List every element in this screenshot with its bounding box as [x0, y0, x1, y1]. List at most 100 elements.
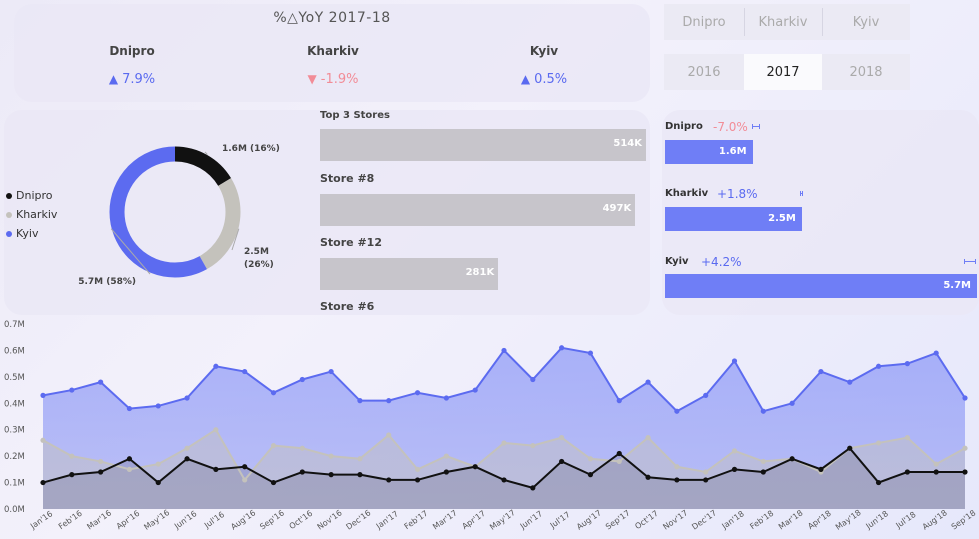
point-kyiv[interactable]	[184, 395, 190, 401]
point-kyiv[interactable]	[818, 368, 824, 375]
point-kharkiv[interactable]	[875, 440, 882, 446]
point-kharkiv[interactable]	[357, 456, 363, 462]
point-dnipro[interactable]	[242, 464, 248, 470]
point-kharkiv[interactable]	[69, 453, 75, 459]
point-dnipro[interactable]	[299, 469, 305, 475]
point-dnipro[interactable]	[155, 479, 161, 486]
city-option-kyiv[interactable]: Kyiv	[822, 4, 910, 40]
point-kharkiv[interactable]	[674, 464, 680, 470]
point-kyiv[interactable]	[126, 405, 133, 412]
point-kyiv[interactable]	[357, 398, 363, 404]
point-kharkiv[interactable]	[703, 469, 709, 475]
point-kyiv[interactable]	[674, 408, 680, 414]
point-kyiv[interactable]	[789, 400, 795, 406]
point-dnipro[interactable]	[789, 456, 795, 462]
city-bar-kyiv[interactable]: 5.7M	[665, 274, 977, 298]
point-kharkiv[interactable]	[184, 445, 190, 451]
point-kharkiv[interactable]	[530, 442, 536, 449]
point-kharkiv[interactable]	[904, 435, 910, 441]
point-kyiv[interactable]	[443, 395, 449, 401]
point-dnipro[interactable]	[443, 469, 449, 475]
point-dnipro[interactable]	[818, 466, 824, 472]
point-kharkiv[interactable]	[559, 435, 565, 441]
city-bar-kharkiv[interactable]: 2.5M	[665, 207, 802, 231]
point-kyiv[interactable]	[386, 398, 392, 404]
point-dnipro[interactable]	[760, 469, 766, 475]
point-kyiv[interactable]	[530, 376, 536, 383]
point-kyiv[interactable]	[270, 390, 277, 396]
point-kyiv[interactable]	[155, 403, 161, 409]
point-kyiv[interactable]	[904, 361, 910, 367]
point-kyiv[interactable]	[587, 350, 594, 356]
point-dnipro[interactable]	[213, 466, 219, 472]
point-dnipro[interactable]	[559, 458, 565, 465]
point-kyiv[interactable]	[559, 345, 565, 351]
point-kyiv[interactable]	[933, 350, 939, 356]
city-option-kharkiv[interactable]: Kharkiv	[744, 4, 822, 40]
year-option-2016[interactable]: 2016	[664, 54, 744, 90]
point-kharkiv[interactable]	[328, 453, 334, 459]
point-kharkiv[interactable]	[731, 448, 738, 454]
point-kyiv[interactable]	[213, 363, 219, 369]
point-kharkiv[interactable]	[386, 432, 392, 438]
point-kharkiv[interactable]	[443, 453, 449, 459]
point-dnipro[interactable]	[98, 469, 104, 475]
city-bar-dnipro[interactable]: 1.6M	[665, 140, 753, 164]
point-kharkiv[interactable]	[242, 477, 248, 483]
point-kyiv[interactable]	[875, 363, 882, 369]
point-kyiv[interactable]	[98, 379, 104, 385]
point-dnipro[interactable]	[69, 472, 75, 478]
point-dnipro[interactable]	[126, 456, 133, 462]
point-kyiv[interactable]	[40, 392, 46, 398]
point-dnipro[interactable]	[847, 445, 853, 451]
point-dnipro[interactable]	[386, 477, 392, 483]
point-kyiv[interactable]	[616, 398, 622, 404]
point-kyiv[interactable]	[472, 387, 478, 393]
point-kharkiv[interactable]	[155, 461, 161, 467]
point-kyiv[interactable]	[731, 358, 738, 364]
point-kharkiv[interactable]	[645, 435, 651, 441]
point-dnipro[interactable]	[731, 466, 738, 472]
point-kyiv[interactable]	[69, 387, 75, 393]
point-dnipro[interactable]	[616, 450, 622, 457]
point-kyiv[interactable]	[328, 368, 334, 375]
point-dnipro[interactable]	[587, 472, 594, 478]
point-dnipro[interactable]	[904, 469, 910, 475]
point-dnipro[interactable]	[501, 477, 507, 483]
point-kyiv[interactable]	[242, 368, 248, 375]
point-dnipro[interactable]	[472, 464, 478, 470]
point-dnipro[interactable]	[674, 477, 680, 483]
store-bar[interactable]: 281K	[320, 258, 499, 290]
point-kyiv[interactable]	[847, 379, 853, 385]
point-dnipro[interactable]	[357, 472, 363, 478]
store-bar[interactable]: 497K	[320, 194, 636, 226]
point-kharkiv[interactable]	[40, 437, 46, 443]
point-dnipro[interactable]	[270, 479, 277, 486]
point-kyiv[interactable]	[760, 408, 766, 414]
point-kyiv[interactable]	[501, 347, 507, 354]
point-dnipro[interactable]	[962, 469, 968, 475]
point-dnipro[interactable]	[703, 477, 709, 483]
point-dnipro[interactable]	[414, 477, 421, 483]
point-kharkiv[interactable]	[616, 458, 622, 465]
city-option-dnipro[interactable]: Dnipro	[664, 4, 744, 40]
point-kharkiv[interactable]	[933, 461, 939, 467]
point-kharkiv[interactable]	[213, 427, 219, 433]
year-option-2018[interactable]: 2018	[822, 54, 910, 90]
point-kharkiv[interactable]	[98, 458, 104, 465]
point-dnipro[interactable]	[40, 479, 46, 486]
point-kyiv[interactable]	[962, 395, 968, 401]
store-bar[interactable]: 514K	[320, 129, 646, 161]
point-kyiv[interactable]	[645, 379, 651, 385]
point-dnipro[interactable]	[933, 469, 939, 475]
point-dnipro[interactable]	[328, 472, 334, 478]
point-kharkiv[interactable]	[270, 442, 277, 449]
point-kyiv[interactable]	[703, 392, 709, 398]
point-dnipro[interactable]	[530, 485, 536, 491]
point-kharkiv[interactable]	[760, 458, 766, 465]
point-kharkiv[interactable]	[962, 445, 968, 451]
point-kyiv[interactable]	[414, 390, 421, 396]
point-kharkiv[interactable]	[587, 456, 594, 462]
point-kharkiv[interactable]	[299, 445, 305, 451]
point-dnipro[interactable]	[184, 456, 190, 462]
